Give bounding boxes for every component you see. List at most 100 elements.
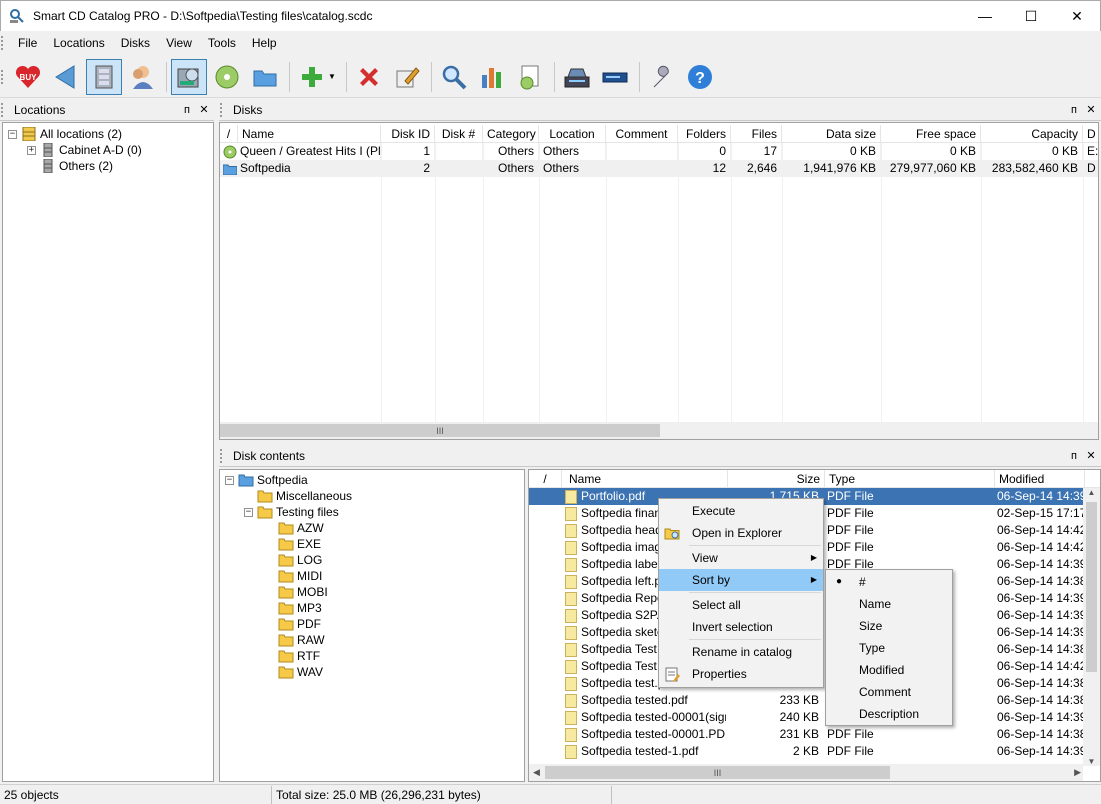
menu-item-rename-in-catalog[interactable]: Rename in catalog (659, 641, 823, 663)
statistics-button[interactable] (474, 59, 510, 95)
folder-tree-item[interactable]: RAW (220, 632, 524, 648)
file-row[interactable]: Softpedia tested.pdf233 KBPDF File06-Sep… (529, 692, 1100, 709)
sort-option-description[interactable]: Description (826, 703, 952, 725)
menu-disks[interactable]: Disks (113, 31, 158, 55)
disk-row[interactable]: Softpedia 2 Others Others 12 2,646 1,941… (220, 160, 1098, 177)
scrollbar-thumb[interactable]: III (545, 766, 890, 779)
menu-item-invert-selection[interactable]: Invert selection (659, 616, 823, 638)
collapse-icon[interactable]: − (225, 475, 234, 485)
back-button[interactable] (48, 59, 84, 95)
file-row[interactable]: Softpedia tested-00001(sign...240 KBPDF … (529, 709, 1100, 726)
folder-tree-item[interactable]: AZW (220, 520, 524, 536)
disk-row[interactable]: Queen / Greatest Hits I (Pl... 1 Others … (220, 143, 1098, 160)
close-panel-icon[interactable]: ✕ (197, 103, 211, 116)
delete-button[interactable] (351, 59, 387, 95)
folder-tree-item[interactable]: MOBI (220, 584, 524, 600)
help-button[interactable]: ? (682, 59, 718, 95)
column-header-size[interactable]: Size (728, 470, 825, 487)
folder-tree-item[interactable]: RTF (220, 648, 524, 664)
menu-view[interactable]: View (158, 31, 200, 55)
add-button[interactable] (294, 59, 330, 95)
folder-tree-item[interactable]: EXE (220, 536, 524, 552)
buy-button[interactable]: BUY (10, 59, 46, 95)
search-button[interactable] (436, 59, 472, 95)
column-header-type[interactable]: Type (825, 470, 995, 487)
close-panel-icon[interactable]: ✕ (1084, 103, 1098, 116)
sort-option-name[interactable]: Name (826, 593, 952, 615)
drive-button[interactable] (597, 59, 633, 95)
tree-item-cabinet[interactable]: + Cabinet A-D (0) (3, 142, 213, 158)
sort-option-size[interactable]: Size (826, 615, 952, 637)
column-header-files[interactable]: Files (731, 125, 782, 142)
scrollbar-thumb[interactable]: III (220, 424, 660, 437)
menu-item-select-all[interactable]: Select all (659, 594, 823, 616)
maximize-button[interactable]: ☐ (1008, 1, 1054, 31)
sort-option-number[interactable]: ● # (826, 571, 952, 593)
tree-item-all-locations[interactable]: − All locations (2) (3, 126, 213, 142)
scroll-down-icon[interactable]: ▼ (1083, 757, 1100, 766)
column-header-capacity[interactable]: Capacity (981, 125, 1083, 142)
column-header-folders[interactable]: Folders (678, 125, 731, 142)
report-button[interactable] (512, 59, 548, 95)
edit-button[interactable] (389, 59, 425, 95)
disks-toggle-button[interactable] (171, 58, 207, 95)
sort-column-header[interactable]: / (220, 125, 238, 142)
sort-option-comment[interactable]: Comment (826, 681, 952, 703)
folder-tree-item[interactable]: MP3 (220, 600, 524, 616)
column-header-disk-no[interactable]: Disk # (435, 125, 483, 142)
folder-tree-item[interactable]: − Testing files (220, 504, 524, 520)
cd-button[interactable] (209, 59, 245, 95)
scroll-right-icon[interactable]: ▶ (1074, 767, 1081, 778)
sort-column-header[interactable]: / (529, 470, 562, 487)
menu-item-open-in-explorer[interactable]: Open in Explorer (659, 522, 823, 544)
scroll-left-icon[interactable]: ◀ (533, 767, 540, 778)
add-dropdown-arrow-icon[interactable]: ▼ (328, 72, 336, 81)
folder-tree-item[interactable]: PDF (220, 616, 524, 632)
files-horizontal-scrollbar[interactable]: ◀ III ▶ (529, 764, 1083, 781)
minimize-button[interactable]: — (962, 1, 1008, 31)
close-button[interactable]: ✕ (1054, 1, 1100, 31)
menu-item-properties[interactable]: Properties (659, 663, 823, 685)
expand-icon[interactable]: + (27, 145, 36, 155)
column-header-name[interactable]: Name (238, 125, 381, 142)
column-header-name[interactable]: Name (562, 470, 728, 487)
menu-file[interactable]: File (10, 31, 45, 55)
folder-tree-item[interactable]: MIDI (220, 568, 524, 584)
column-header-location[interactable]: Location (539, 125, 606, 142)
column-header-data-size[interactable]: Data size (782, 125, 881, 142)
folder-tree-item[interactable]: WAV (220, 664, 524, 680)
sort-option-type[interactable]: Type (826, 637, 952, 659)
pin-icon[interactable]: ᴨ (1067, 450, 1081, 462)
settings-button[interactable] (644, 59, 680, 95)
column-header-comment[interactable]: Comment (606, 125, 678, 142)
file-row[interactable]: Softpedia tested-1.pdf 2 KB PDF File 06-Sep… (529, 743, 1100, 760)
folder-tree-item[interactable]: LOG (220, 552, 524, 568)
column-header-d[interactable]: D (1083, 125, 1098, 142)
collapse-icon[interactable]: − (8, 129, 17, 139)
menu-locations[interactable]: Locations (45, 31, 112, 55)
menu-item-view[interactable]: View ▶ (659, 547, 823, 569)
locations-toggle-button[interactable] (86, 58, 122, 95)
column-header-category[interactable]: Category (483, 125, 539, 142)
files-vertical-scrollbar[interactable]: ▲ ▼ (1083, 488, 1100, 766)
pin-icon[interactable]: ᴨ (1067, 104, 1081, 116)
menu-help[interactable]: Help (244, 31, 285, 55)
close-panel-icon[interactable]: ✕ (1084, 449, 1098, 462)
column-header-modified[interactable]: Modified (995, 470, 1085, 487)
scrollbar-thumb[interactable] (1086, 502, 1097, 672)
menu-tools[interactable]: Tools (200, 31, 244, 55)
sort-option-modified[interactable]: Modified (826, 659, 952, 681)
folder-button[interactable] (247, 59, 283, 95)
menu-item-execute[interactable]: Execute (659, 500, 823, 522)
file-row[interactable]: Softpedia tested-00001.PDF 231 KB PDF File… (529, 726, 1100, 743)
menu-item-sort-by[interactable]: Sort by ▶ (659, 569, 823, 591)
column-header-free-space[interactable]: Free space (881, 125, 981, 142)
tree-item-others[interactable]: Others (2) (3, 158, 213, 174)
folder-tree-item[interactable]: Miscellaneous (220, 488, 524, 504)
pin-icon[interactable]: ᴨ (180, 104, 194, 116)
folder-tree-item[interactable]: − Softpedia (220, 472, 524, 488)
disks-horizontal-scrollbar[interactable]: III (220, 422, 1098, 439)
column-header-disk-id[interactable]: Disk ID (381, 125, 435, 142)
users-button[interactable] (124, 59, 160, 95)
scanner-button[interactable] (559, 59, 595, 95)
